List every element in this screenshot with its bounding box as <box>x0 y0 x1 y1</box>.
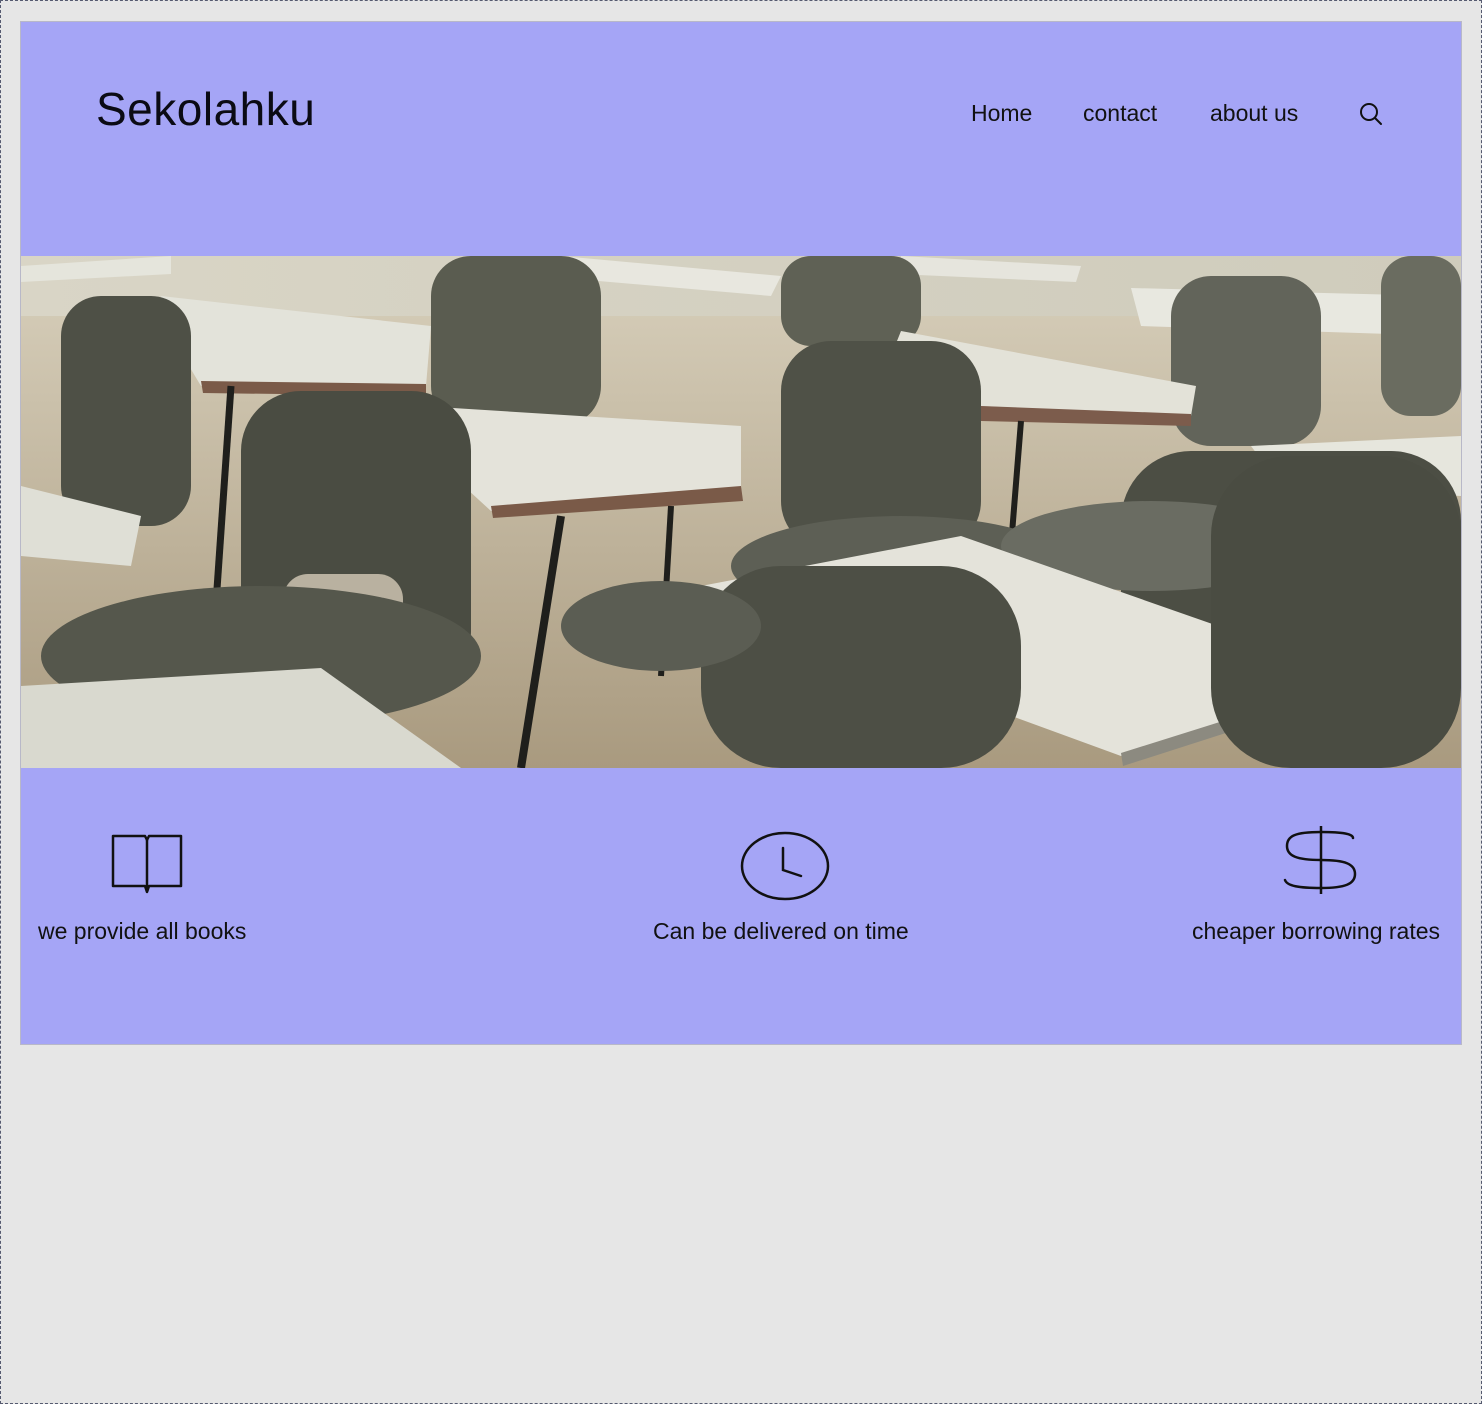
site-header: Sekolahku Home contact about us <box>21 22 1461 256</box>
book-icon <box>111 834 183 894</box>
classroom-desks-photo <box>21 256 1461 768</box>
feature-delivery-label: Can be delivered on time <box>653 918 909 944</box>
clock-icon <box>740 831 830 901</box>
dollar-icon <box>1283 826 1357 894</box>
feature-rates-label: cheaper borrowing rates <box>1192 918 1441 944</box>
nav-home-link[interactable]: Home <box>971 100 1032 127</box>
nav-about-link[interactable]: about us <box>1210 100 1298 127</box>
search-button[interactable] <box>1357 100 1385 128</box>
hero-image <box>21 256 1461 768</box>
webpage: Sekolahku Home contact about us we provi… <box>21 22 1461 1044</box>
nav-contact-link[interactable]: contact <box>1083 100 1157 127</box>
search-icon <box>1360 103 1382 125</box>
feature-books-label: we provide all books <box>38 918 247 944</box>
main-nav: Home contact about us <box>21 100 1461 130</box>
features-section: we provide all books Can be delivered on… <box>21 768 1461 1044</box>
